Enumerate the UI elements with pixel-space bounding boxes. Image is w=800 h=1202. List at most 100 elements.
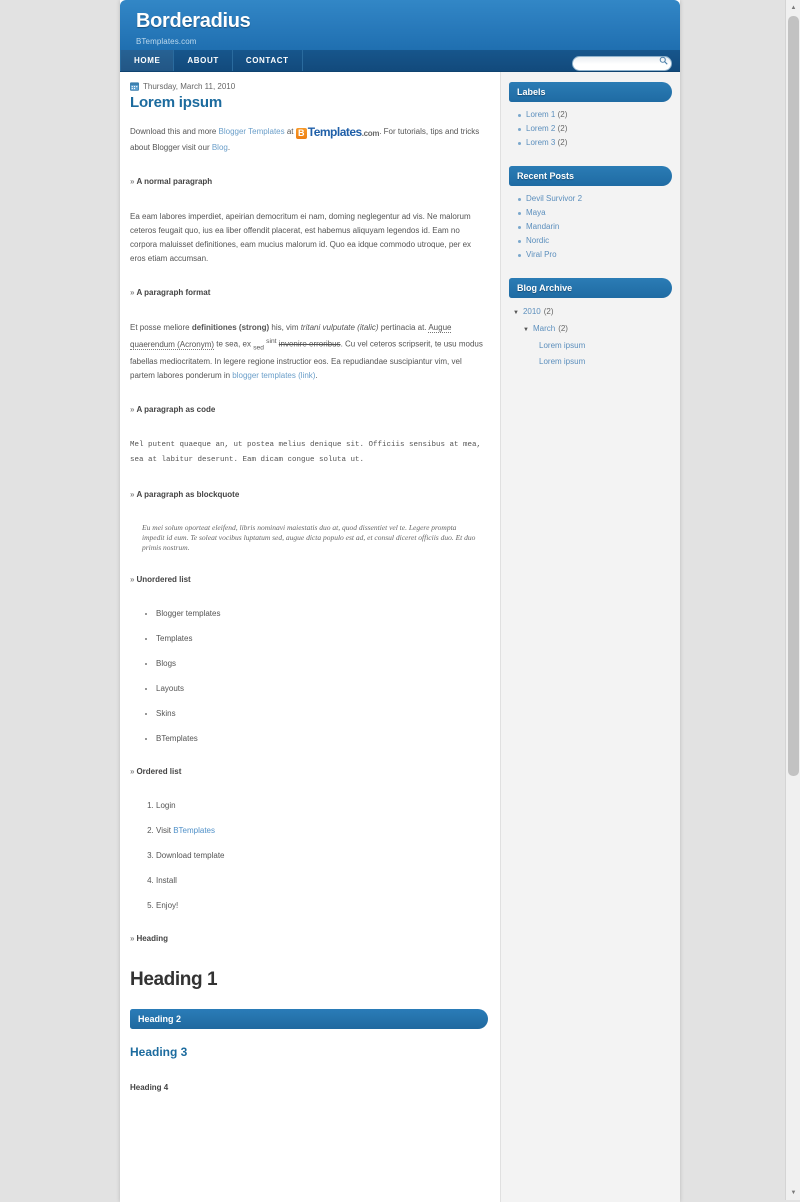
scroll-up-button[interactable]: ▲ xyxy=(786,0,800,15)
label-link[interactable]: Lorem 3 xyxy=(526,138,555,147)
code-block-text: Mel putent quaeque an, ut postea melius … xyxy=(130,441,482,465)
intro-text-1: Download this and more xyxy=(130,127,219,136)
search-box xyxy=(572,53,672,71)
post-date-row: Thursday, March 11, 2010 xyxy=(130,82,488,91)
widget-recent-posts: Recent Posts Devil Survivor 2 Maya Manda… xyxy=(509,166,672,262)
chevron-down-icon[interactable]: ▼ xyxy=(513,306,519,321)
ordered-list: Login Visit BTemplates Download template… xyxy=(142,800,488,912)
archive-month-count: (2) xyxy=(558,324,568,333)
section-heading-headings: » Heading xyxy=(130,934,488,943)
widget-blog-archive-title: Blog Archive xyxy=(509,278,672,298)
list-item[interactable]: Maya xyxy=(518,206,672,220)
paragraph-format-text: Et posse meliore definitiones (strong) h… xyxy=(130,321,488,383)
format-subscript: sed xyxy=(253,344,264,352)
recent-post-link[interactable]: Maya xyxy=(526,208,546,217)
list-item[interactable]: Lorem 3 (2) xyxy=(518,136,672,150)
archive-post-link[interactable]: Lorem ipsum xyxy=(513,354,672,370)
archive-post-link[interactable]: Lorem ipsum xyxy=(513,338,672,354)
btemplates-logo-word: Templates xyxy=(307,125,362,139)
list-item: BTemplates xyxy=(156,733,488,745)
format-text-6: . xyxy=(315,371,318,381)
list-item-text: Visit xyxy=(156,826,174,836)
section-heading-normal-paragraph-label: A normal paragraph xyxy=(136,177,213,186)
guillemet-icon: » xyxy=(130,405,135,415)
list-item[interactable]: Viral Pro xyxy=(518,248,672,262)
list-item: Enjoy! xyxy=(156,900,488,912)
demo-heading-1: Heading 1 xyxy=(130,969,218,991)
labels-list: Lorem 1 (2) Lorem 2 (2) Lorem 3 (2) xyxy=(509,108,672,150)
btemplates-logo-com: .com xyxy=(361,129,380,138)
label-count: (2) xyxy=(557,110,568,119)
blog-title: Borderadius xyxy=(136,10,251,32)
section-heading-paragraph-code-label: A paragraph as code xyxy=(136,405,216,415)
btemplates-list-link[interactable]: BTemplates xyxy=(173,826,215,835)
section-heading-headings-label: Heading xyxy=(136,934,169,944)
nav-item-about[interactable]: ABOUT xyxy=(174,50,233,71)
normal-paragraph-text: Ea eam labores imperdiet, apeirian democ… xyxy=(130,212,472,263)
format-italic: tritani vulputate (italic) xyxy=(300,323,379,332)
list-item: Templates xyxy=(156,633,488,645)
blogger-templates-inline-link[interactable]: blogger templates (link) xyxy=(232,371,315,380)
label-link[interactable]: Lorem 2 xyxy=(526,124,555,133)
scroll-down-button[interactable]: ▼ xyxy=(786,1185,800,1200)
demo-heading-4: Heading 4 xyxy=(130,1083,169,1093)
section-heading-paragraph-blockquote-label: A paragraph as blockquote xyxy=(136,490,240,500)
guillemet-icon: » xyxy=(130,767,135,777)
nav-item-contact[interactable]: CONTACT xyxy=(233,50,303,71)
btemplates-logo-b: B xyxy=(295,128,307,139)
guillemet-icon: » xyxy=(130,288,135,297)
sidebar: Labels Lorem 1 (2) Lorem 2 (2) Lorem 3 (… xyxy=(500,72,680,1202)
scroll-thumb[interactable] xyxy=(788,16,799,776)
blogger-templates-link[interactable]: Blogger Templates xyxy=(219,127,285,136)
btemplates-logo: B Templates .com xyxy=(295,125,380,141)
format-text-2: his, vim xyxy=(269,323,301,332)
archive-year-link[interactable]: 2010 xyxy=(523,304,541,319)
blockquote-text: Eu mei solum oporteat eleifend, libris n… xyxy=(142,523,476,553)
section-heading-paragraph-format: » A paragraph format xyxy=(130,288,488,297)
blog-description: BTemplates.com xyxy=(136,37,197,46)
recent-post-link[interactable]: Devil Survivor 2 xyxy=(526,194,582,203)
section-heading-unordered-list-label: Unordered list xyxy=(136,575,191,585)
list-item[interactable]: Nordic xyxy=(518,234,672,248)
list-item: Layouts xyxy=(156,683,488,695)
recent-post-link[interactable]: Viral Pro xyxy=(526,250,557,259)
list-item: Visit BTemplates xyxy=(156,825,488,837)
list-item[interactable]: Mandarin xyxy=(518,220,672,234)
section-heading-paragraph-code: » A paragraph as code xyxy=(130,405,488,414)
widget-recent-posts-title: Recent Posts xyxy=(509,166,672,186)
search-input[interactable] xyxy=(572,56,672,71)
widget-blog-archive: Blog Archive ▼ 2010 (2) ▼ March (2) Lore… xyxy=(509,278,672,370)
list-item: Download template xyxy=(156,850,488,862)
list-item[interactable]: Lorem 1 (2) xyxy=(518,108,672,122)
section-heading-unordered-list: » Unordered list xyxy=(130,575,488,584)
main-navigation: HOME ABOUT CONTACT xyxy=(120,50,680,72)
guillemet-icon: » xyxy=(130,575,135,585)
recent-post-link[interactable]: Nordic xyxy=(526,236,549,245)
format-text-3: pertinacia at. xyxy=(378,323,429,332)
label-link[interactable]: Lorem 1 xyxy=(526,110,555,119)
section-heading-paragraph-blockquote: » A paragraph as blockquote xyxy=(130,490,488,499)
blog-link[interactable]: Blog xyxy=(212,143,228,152)
list-item: Blogs xyxy=(156,658,488,670)
list-item[interactable]: Lorem 2 (2) xyxy=(518,122,672,136)
list-item: Blogger templates xyxy=(156,608,488,620)
archive-year-count: (2) xyxy=(543,307,554,316)
list-item[interactable]: Devil Survivor 2 xyxy=(518,192,672,206)
nav-item-home[interactable]: HOME xyxy=(120,50,175,71)
label-count: (2) xyxy=(557,138,568,147)
vertical-scrollbar[interactable]: ▲ ▼ xyxy=(785,0,800,1200)
post-title: Lorem ipsum xyxy=(130,94,222,111)
guillemet-icon: » xyxy=(130,177,135,186)
recent-post-link[interactable]: Mandarin xyxy=(526,222,559,231)
content-row: Thursday, March 11, 2010 Lorem ipsum Dow… xyxy=(120,72,680,1202)
demo-heading-3: Heading 3 xyxy=(130,1045,188,1060)
intro-text-4: . xyxy=(227,143,231,152)
archive-month-link[interactable]: March xyxy=(533,321,555,336)
post-date: Thursday, March 11, 2010 xyxy=(143,82,236,91)
chevron-down-icon[interactable]: ▼ xyxy=(523,323,529,338)
guillemet-icon: » xyxy=(130,490,135,500)
main-content: Thursday, March 11, 2010 Lorem ipsum Dow… xyxy=(120,72,500,1202)
site-header: Borderadius BTemplates.com xyxy=(120,0,680,50)
format-strikethrough: invenire erroribus xyxy=(278,339,341,349)
page-container: Borderadius BTemplates.com HOME ABOUT CO… xyxy=(120,0,680,1202)
